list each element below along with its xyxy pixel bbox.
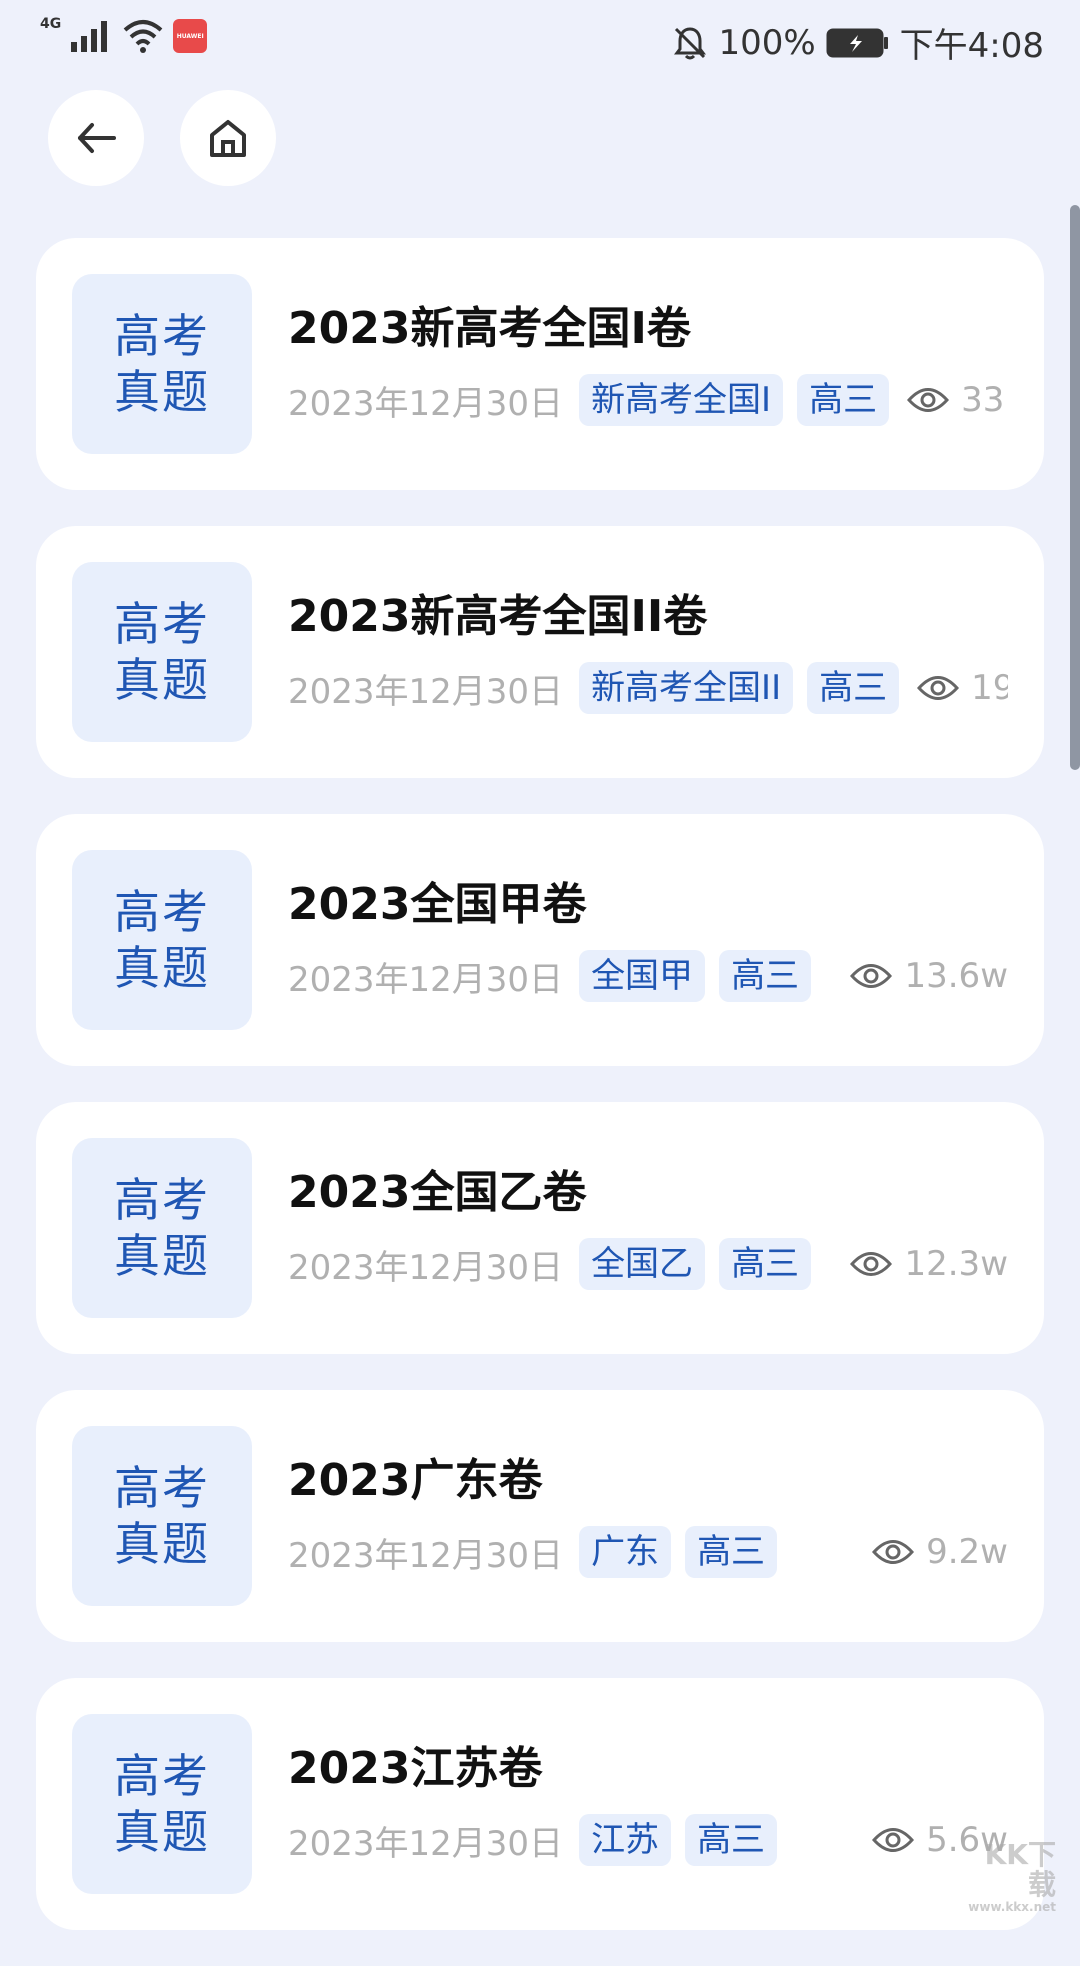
exam-thumbnail: 高考 真题 xyxy=(72,562,252,742)
region-tag: 广东 xyxy=(579,1526,672,1578)
view-count: 9.2w xyxy=(872,1532,1008,1572)
watermark-text: KK下载 xyxy=(984,1838,1056,1901)
arrow-left-icon xyxy=(78,123,116,153)
region-tag: 新高考全国I xyxy=(579,374,784,426)
exam-list: 高考 真题 2023新高考全国I卷 2023年12月30日 新高考全国I 高三 … xyxy=(36,238,1044,1966)
region-tag: 新高考全国II xyxy=(579,662,794,714)
exam-title: 2023全国乙卷 xyxy=(288,1167,587,1218)
exam-date: 2023年12月30日 xyxy=(288,1535,564,1576)
exam-meta: 2023年12月30日 全国甲 高三 13.6w xyxy=(288,948,1008,1004)
view-count: 33.2 xyxy=(907,380,1008,420)
view-count: 13.6w xyxy=(850,956,1008,996)
thumb-line-2: 真题 xyxy=(114,365,210,419)
exam-meta: 2023年12月30日 江苏 高三 5.6w xyxy=(288,1812,1008,1868)
exam-meta: 2023年12月30日 广东 高三 9.2w xyxy=(288,1524,1008,1580)
view-count: 19. xyxy=(917,668,1008,708)
grade-tag: 高三 xyxy=(797,374,890,426)
thumb-line-2: 真题 xyxy=(114,1517,210,1571)
grade-tag: 高三 xyxy=(685,1526,778,1578)
thumb-line-2: 真题 xyxy=(114,1229,210,1283)
exam-date: 2023年12月30日 xyxy=(288,959,564,1000)
exam-date: 2023年12月30日 xyxy=(288,671,564,712)
home-icon xyxy=(210,120,246,157)
exam-meta: 2023年12月30日 全国乙 高三 12.3w xyxy=(288,1236,1008,1292)
region-tag: 全国乙 xyxy=(579,1238,706,1290)
exam-card[interactable]: 高考 真题 2023广东卷 2023年12月30日 广东 高三 9.2w xyxy=(36,1390,1044,1642)
signal-icon xyxy=(71,21,108,52)
exam-card[interactable]: 高考 真题 2023新高考全国II卷 2023年12月30日 新高考全国II 高… xyxy=(36,526,1044,778)
view-count: 12.3w xyxy=(850,1244,1008,1284)
exam-card[interactable]: 高考 真题 2023全国甲卷 2023年12月30日 全国甲 高三 13.6w xyxy=(36,814,1044,1066)
exam-card[interactable]: 高考 真题 2023新高考全国I卷 2023年12月30日 新高考全国I 高三 … xyxy=(36,238,1044,490)
thumb-line-1: 高考 xyxy=(114,885,210,939)
exam-date: 2023年12月30日 xyxy=(288,383,564,424)
exam-title: 2023江苏卷 xyxy=(288,1743,543,1794)
bell-muted-icon xyxy=(674,26,707,59)
eye-icon xyxy=(872,1540,915,1564)
huawei-app-badge: HUAWEI xyxy=(173,19,208,53)
grade-tag: 高三 xyxy=(719,1238,812,1290)
eye-icon xyxy=(907,388,950,412)
exam-card[interactable]: 高考 真题 2023全国乙卷 2023年12月30日 全国乙 高三 12.3w xyxy=(36,1102,1044,1354)
exam-thumbnail: 高考 真题 xyxy=(72,1714,252,1894)
grade-tag: 高三 xyxy=(719,950,812,1002)
exam-thumbnail: 高考 真题 xyxy=(72,1426,252,1606)
eye-icon xyxy=(872,1828,915,1852)
view-count-value: 12.3w xyxy=(904,1244,1008,1284)
thumb-line-1: 高考 xyxy=(114,597,210,651)
eye-icon xyxy=(917,676,960,700)
thumb-line-2: 真题 xyxy=(114,653,210,707)
eye-icon xyxy=(850,1252,893,1276)
thumb-line-1: 高考 xyxy=(114,1173,210,1227)
exam-card[interactable]: 高考 真题 2023江苏卷 2023年12月30日 江苏 高三 5.6w xyxy=(36,1678,1044,1930)
region-tag: 江苏 xyxy=(579,1814,672,1866)
exam-title: 2023全国甲卷 xyxy=(288,879,587,930)
exam-meta: 2023年12月30日 新高考全国II 高三 19. xyxy=(288,660,1008,716)
thumb-line-1: 高考 xyxy=(114,1749,210,1803)
grade-tag: 高三 xyxy=(807,662,900,714)
watermark-url: www.kkx.net xyxy=(968,1900,1056,1914)
thumb-line-2: 真题 xyxy=(114,1805,210,1859)
scrollbar[interactable] xyxy=(1070,205,1080,770)
exam-date: 2023年12月30日 xyxy=(288,1823,564,1864)
view-count-value: 19. xyxy=(971,668,1008,708)
status-bar: 4G HUAWEI 100% 下午4:08 xyxy=(0,0,1080,70)
battery-percent: 100% xyxy=(718,22,816,63)
exam-date: 2023年12月30日 xyxy=(288,1247,564,1288)
status-right: 100% 下午4:08 xyxy=(672,18,1044,67)
view-count-value: 9.2w xyxy=(926,1532,1008,1572)
exam-thumbnail: 高考 真题 xyxy=(72,274,252,454)
clock-time: 下午4:08 xyxy=(899,26,1044,66)
region-tag: 全国甲 xyxy=(579,950,706,1002)
view-count-value: 13.6w xyxy=(904,956,1008,996)
exam-thumbnail: 高考 真题 xyxy=(72,850,252,1030)
status-left: 4G HUAWEI xyxy=(40,16,208,54)
wifi-icon xyxy=(123,20,163,53)
eye-icon xyxy=(850,964,893,988)
exam-meta: 2023年12月30日 新高考全国I 高三 33.2 xyxy=(288,372,1008,428)
thumb-line-2: 真题 xyxy=(114,941,210,995)
battery-charging-icon xyxy=(826,28,888,57)
home-button[interactable] xyxy=(180,90,276,186)
exam-title: 2023广东卷 xyxy=(288,1455,543,1506)
back-button[interactable] xyxy=(48,90,144,186)
thumb-line-1: 高考 xyxy=(114,1461,210,1515)
thumb-line-1: 高考 xyxy=(114,309,210,363)
view-count-value: 33.2 xyxy=(961,380,1008,420)
network-label: 4G xyxy=(40,16,62,32)
exam-thumbnail: 高考 真题 xyxy=(72,1138,252,1318)
exam-title: 2023新高考全国II卷 xyxy=(288,591,708,642)
watermark: KK下载 www.kkx.net xyxy=(960,1840,1056,1915)
exam-title: 2023新高考全国I卷 xyxy=(288,303,691,354)
grade-tag: 高三 xyxy=(685,1814,778,1866)
